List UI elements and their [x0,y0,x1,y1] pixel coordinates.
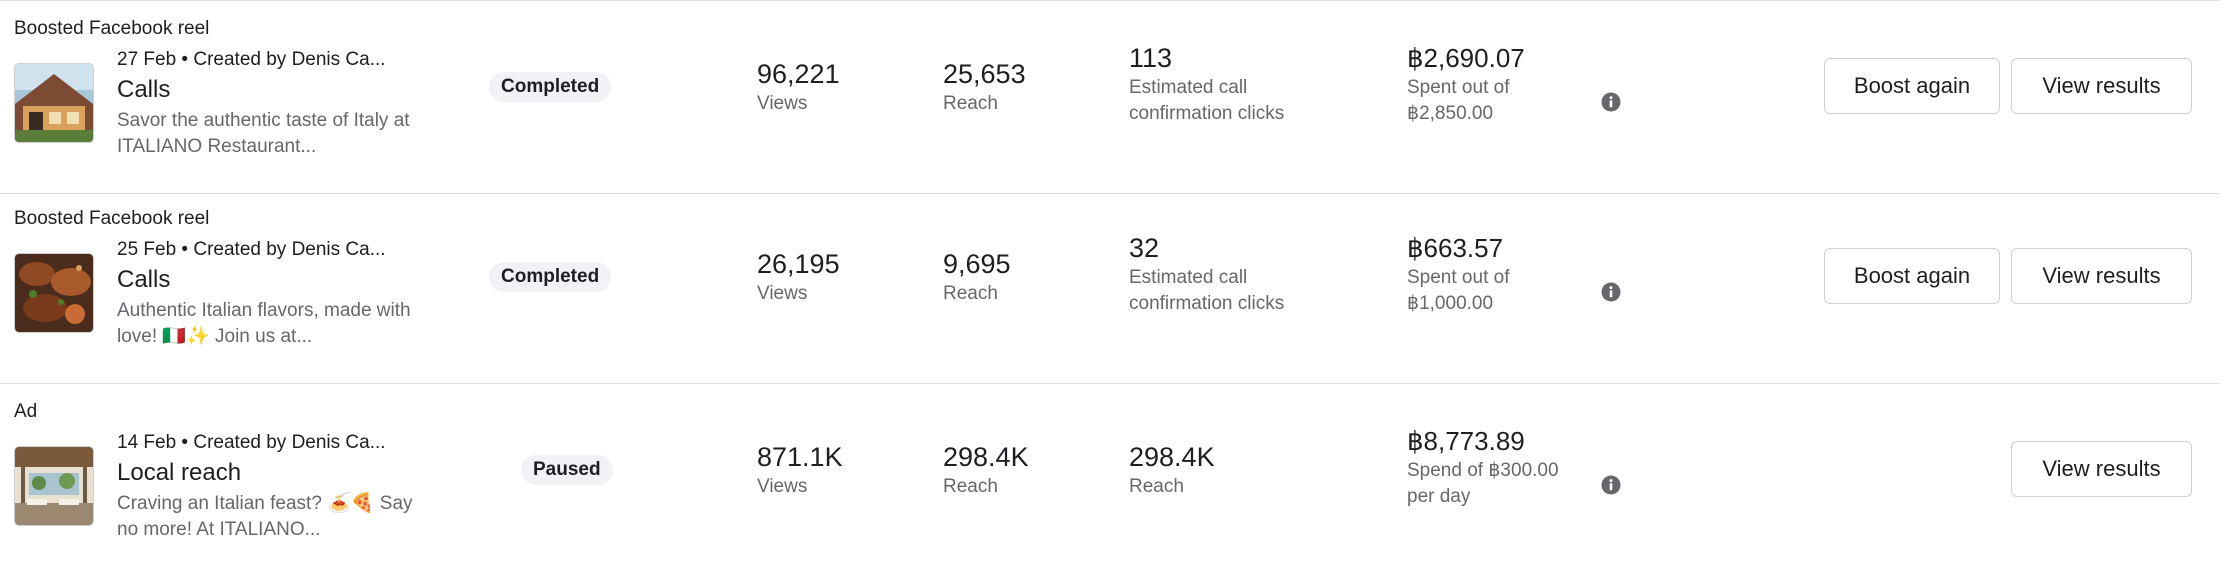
spend-label: Spend of ฿300.00 per day [1407,460,1559,507]
metric-label: Estimated call confirmation clicks [1129,77,1285,124]
ad-type-label: Ad [14,401,38,422]
boost-again-button[interactable]: Boost again [1824,58,2000,114]
metric-value: 298.4K [943,442,1029,472]
boost-again-button[interactable]: Boost again [1824,248,2000,304]
info-icon[interactable] [1601,92,1621,112]
ad-row: Boosted Facebook reel 27 Feb • Created b… [0,0,2220,194]
reach-metric: 298.4K Reach [943,440,1029,500]
ad-title: Calls [117,76,171,103]
ad-meta: 27 Feb • Created by Denis Ca... [117,49,386,70]
metric-label: Views [757,476,808,497]
reach-metric: 25,653 Reach [943,57,1026,117]
ad-thumbnail[interactable] [14,63,94,143]
status-badge: Paused [521,455,613,485]
metric-value: 113 [1129,43,1173,73]
metric-value: 32 [1129,233,1160,263]
spend-amount: ฿2,690.07 [1407,43,1525,73]
views-metric: 26,195 Views [757,247,840,307]
spend-metric: ฿8,773.89 Spend of ฿300.00 per day [1407,424,1587,510]
ads-list: Boosted Facebook reel 27 Feb • Created b… [0,0,2238,587]
metric-value: 26,195 [757,249,840,279]
spend-metric: ฿663.57 Spent out of ฿1,000.00 [1407,231,1587,317]
status-badge: Completed [489,262,612,292]
metric-value: 871.1K [757,442,843,472]
ad-title: Local reach [117,459,242,486]
ad-description: Savor the authentic taste of Italy at IT… [117,110,410,157]
ad-meta: 14 Feb • Created by Denis Ca... [117,432,386,453]
info-icon[interactable] [1601,475,1621,495]
spend-amount: ฿8,773.89 [1407,426,1525,456]
metric-value: 298.4K [1129,442,1215,472]
ad-description: Craving an Italian feast? 🍝🍕 Say no more… [117,493,413,540]
spend-amount: ฿663.57 [1407,233,1504,263]
view-results-button[interactable]: View results [2011,441,2192,497]
results-metric: 298.4K Reach [1129,440,1215,500]
metric-label: Reach [943,476,998,497]
spend-label: Spent out of ฿2,850.00 [1407,77,1510,124]
metric-label: Views [757,283,808,304]
results-metric: 32 Estimated call confirmation clicks [1129,231,1319,317]
ad-row: Ad 14 Feb • Created by Denis Ca... Local… [0,384,2220,576]
metric-label: Views [757,93,808,114]
metric-value: 9,695 [943,249,1011,279]
ad-title: Calls [117,266,171,293]
info-icon[interactable] [1601,282,1621,302]
metric-label: Reach [1129,476,1184,497]
views-metric: 871.1K Views [757,440,843,500]
ad-meta: 25 Feb • Created by Denis Ca... [117,239,386,260]
metric-value: 96,221 [757,59,840,89]
ad-description: Authentic Italian flavors, made with lov… [117,300,411,347]
status-badge: Completed [489,72,612,102]
reach-metric: 9,695 Reach [943,247,1011,307]
ad-row: Boosted Facebook reel 25 Feb • Created b… [0,191,2220,384]
spend-label: Spent out of ฿1,000.00 [1407,267,1510,314]
ad-type-label: Boosted Facebook reel [14,208,210,229]
view-results-button[interactable]: View results [2011,58,2192,114]
views-metric: 96,221 Views [757,57,840,117]
metric-label: Reach [943,93,998,114]
metric-value: 25,653 [943,59,1026,89]
metric-label: Estimated call confirmation clicks [1129,267,1285,314]
ad-thumbnail[interactable] [14,253,94,333]
results-metric: 113 Estimated call confirmation clicks [1129,41,1319,127]
spend-metric: ฿2,690.07 Spent out of ฿2,850.00 [1407,41,1587,127]
metric-label: Reach [943,283,998,304]
view-results-button[interactable]: View results [2011,248,2192,304]
ad-type-label: Boosted Facebook reel [14,18,210,39]
ad-thumbnail[interactable] [14,446,94,526]
